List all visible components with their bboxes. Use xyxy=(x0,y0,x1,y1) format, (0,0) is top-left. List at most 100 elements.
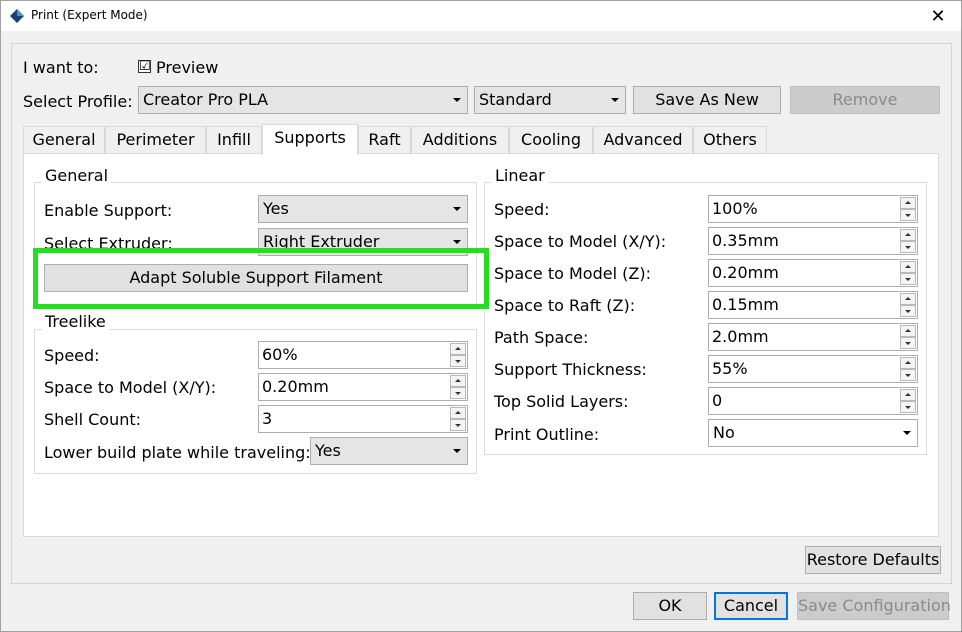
linear-group-title: Linear xyxy=(492,166,548,185)
spin-up-icon[interactable] xyxy=(900,389,916,401)
profile-select[interactable]: Creator Pro PLA xyxy=(138,86,468,114)
treelike-space-xy-value: 0.20mm xyxy=(262,377,329,396)
treelike-space-xy-spinbox[interactable]: 0.20mm xyxy=(258,373,468,401)
spin-up-icon[interactable] xyxy=(900,197,916,209)
select-extruder-select[interactable]: Right Extruder xyxy=(258,228,468,256)
select-extruder-label: Select Extruder: xyxy=(44,234,173,253)
quality-value: Standard xyxy=(479,90,552,109)
chevron-down-icon xyxy=(903,431,911,435)
spin-up-icon[interactable] xyxy=(450,343,466,355)
spin-up-icon[interactable] xyxy=(450,375,466,387)
spin-down-icon[interactable] xyxy=(900,401,916,413)
want-to-label: I want to: xyxy=(23,58,99,77)
app-logo-icon xyxy=(10,9,24,23)
tab-general[interactable]: General xyxy=(23,126,105,154)
spin-down-icon[interactable] xyxy=(450,419,466,431)
support-thickness-value: 55% xyxy=(712,359,748,378)
window-title: Print (Expert Mode) xyxy=(31,8,148,22)
print-dialog: Print (Expert Mode) ✕ I want to: ☑ Previ… xyxy=(0,0,962,632)
spin-up-icon[interactable] xyxy=(450,407,466,419)
linear-space-z-spinbox[interactable]: 0.20mm xyxy=(708,259,918,287)
treelike-space-xy-label: Space to Model (X/Y): xyxy=(44,378,217,397)
space-to-raft-value: 0.15mm xyxy=(712,295,779,314)
linear-space-xy-label: Space to Model (X/Y): xyxy=(494,232,667,251)
enable-support-label: Enable Support: xyxy=(44,201,173,220)
linear-space-z-value: 0.20mm xyxy=(712,263,779,282)
enable-support-value: Yes xyxy=(263,199,289,218)
shell-count-label: Shell Count: xyxy=(44,410,142,429)
treelike-group-title: Treelike xyxy=(42,312,109,331)
path-space-label: Path Space: xyxy=(494,328,589,347)
spin-up-icon[interactable] xyxy=(900,293,916,305)
spin-down-icon[interactable] xyxy=(900,209,916,221)
space-to-raft-label: Space to Raft (Z): xyxy=(494,296,636,315)
preview-label: Preview xyxy=(156,58,219,77)
path-space-value: 2.0mm xyxy=(712,327,769,346)
top-solid-layers-label: Top Solid Layers: xyxy=(494,392,629,411)
print-outline-value: No xyxy=(713,423,735,442)
tab-raft[interactable]: Raft xyxy=(358,126,411,154)
linear-speed-label: Speed: xyxy=(494,200,550,219)
tab-supports[interactable]: Supports xyxy=(262,124,358,155)
tab-cooling[interactable]: Cooling xyxy=(509,126,593,154)
spin-up-icon[interactable] xyxy=(900,357,916,369)
linear-space-xy-spinbox[interactable]: 0.35mm xyxy=(708,227,918,255)
treelike-speed-value: 60% xyxy=(262,345,298,364)
spin-down-icon[interactable] xyxy=(900,369,916,381)
spin-down-icon[interactable] xyxy=(900,337,916,349)
select-extruder-value: Right Extruder xyxy=(263,232,380,251)
general-group-title: General xyxy=(42,166,112,185)
cancel-button[interactable]: Cancel xyxy=(714,592,788,620)
space-to-raft-spinbox[interactable]: 0.15mm xyxy=(708,291,918,319)
linear-space-xy-value: 0.35mm xyxy=(712,231,779,250)
spin-up-icon[interactable] xyxy=(900,229,916,241)
top-solid-layers-spinbox[interactable]: 0 xyxy=(708,387,918,415)
linear-speed-spinbox[interactable]: 100% xyxy=(708,195,918,223)
save-as-new-button[interactable]: Save As New xyxy=(633,86,781,114)
title-bar: Print (Expert Mode) ✕ xyxy=(1,1,961,31)
ok-button[interactable]: OK xyxy=(633,592,707,620)
chevron-down-icon xyxy=(611,98,619,102)
lower-build-plate-select[interactable]: Yes xyxy=(310,437,468,465)
shell-count-value: 3 xyxy=(262,409,273,428)
spin-down-icon[interactable] xyxy=(900,273,916,285)
linear-space-z-label: Space to Model (Z): xyxy=(494,264,651,283)
preview-checkbox[interactable]: ☑ xyxy=(138,60,151,73)
select-profile-label: Select Profile: xyxy=(23,92,133,111)
treelike-speed-label: Speed: xyxy=(44,346,100,365)
chevron-down-icon xyxy=(453,207,461,211)
path-space-spinbox[interactable]: 2.0mm xyxy=(708,323,918,351)
spin-down-icon[interactable] xyxy=(450,387,466,399)
shell-count-spinbox[interactable]: 3 xyxy=(258,405,468,433)
tab-additions[interactable]: Additions xyxy=(411,126,509,154)
spin-up-icon[interactable] xyxy=(900,325,916,337)
tab-infill[interactable]: Infill xyxy=(206,126,262,154)
support-thickness-label: Support Thickness: xyxy=(494,360,647,379)
lower-build-plate-label: Lower build plate while traveling: xyxy=(44,443,311,462)
save-configuration-button[interactable]: Save Configuration xyxy=(797,592,951,620)
close-icon: ✕ xyxy=(930,5,946,27)
restore-defaults-button[interactable]: Restore Defaults xyxy=(805,546,941,574)
tab-perimeter[interactable]: Perimeter xyxy=(105,126,206,154)
spin-down-icon[interactable] xyxy=(450,355,466,367)
print-outline-label: Print Outline: xyxy=(494,425,600,444)
profile-value: Creator Pro PLA xyxy=(143,90,269,109)
support-thickness-spinbox[interactable]: 55% xyxy=(708,355,918,383)
spin-down-icon[interactable] xyxy=(900,305,916,317)
close-button[interactable]: ✕ xyxy=(915,1,961,31)
check-icon: ☑ xyxy=(139,59,151,74)
print-outline-select[interactable]: No xyxy=(708,419,918,447)
lower-build-plate-value: Yes xyxy=(315,441,341,460)
tab-advanced[interactable]: Advanced xyxy=(593,126,693,154)
chevron-down-icon xyxy=(453,240,461,244)
tab-others[interactable]: Others xyxy=(693,126,767,154)
top-solid-layers-value: 0 xyxy=(712,391,723,410)
remove-button[interactable]: Remove xyxy=(790,86,940,114)
quality-select[interactable]: Standard xyxy=(474,86,626,114)
adapt-soluble-support-button[interactable]: Adapt Soluble Support Filament xyxy=(44,264,468,292)
enable-support-select[interactable]: Yes xyxy=(258,195,468,223)
chevron-down-icon xyxy=(453,449,461,453)
treelike-speed-spinbox[interactable]: 60% xyxy=(258,341,468,369)
spin-down-icon[interactable] xyxy=(900,241,916,253)
spin-up-icon[interactable] xyxy=(900,261,916,273)
